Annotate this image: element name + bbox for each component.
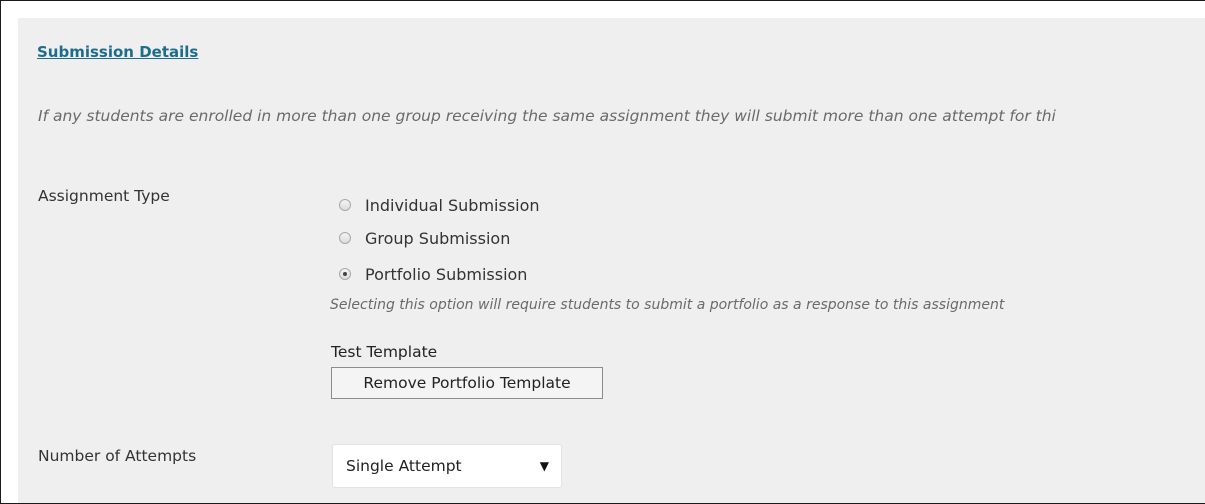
number-of-attempts-label: Number of Attempts	[38, 447, 197, 465]
submission-details-panel: Submission Details If any students are e…	[0, 0, 1205, 504]
radio-button[interactable]	[339, 232, 351, 244]
number-of-attempts-select[interactable]: Single Attempt ▼	[332, 444, 562, 488]
radio-button[interactable]	[339, 199, 351, 211]
remove-portfolio-template-button[interactable]: Remove Portfolio Template	[331, 367, 603, 399]
radio-label: Portfolio Submission	[365, 264, 528, 284]
section-heading[interactable]: Submission Details	[37, 43, 198, 61]
radio-portfolio-submission[interactable]: Portfolio Submission	[339, 263, 527, 285]
assignment-type-label: Assignment Type	[38, 187, 170, 205]
radio-label: Group Submission	[365, 228, 511, 248]
select-value: Single Attempt	[346, 457, 462, 475]
radio-group-submission[interactable]: Group Submission	[339, 227, 510, 249]
caret-down-icon: ▼	[539, 459, 549, 473]
panel-background	[18, 18, 1205, 503]
group-enrollment-note: If any students are enrolled in more tha…	[38, 107, 1056, 125]
portfolio-template-name: Test Template	[331, 343, 438, 361]
radio-button-selected[interactable]	[339, 268, 351, 280]
portfolio-hint: Selecting this option will require stude…	[330, 297, 1005, 313]
radio-label: Individual Submission	[365, 195, 540, 215]
radio-individual-submission[interactable]: Individual Submission	[339, 194, 540, 216]
